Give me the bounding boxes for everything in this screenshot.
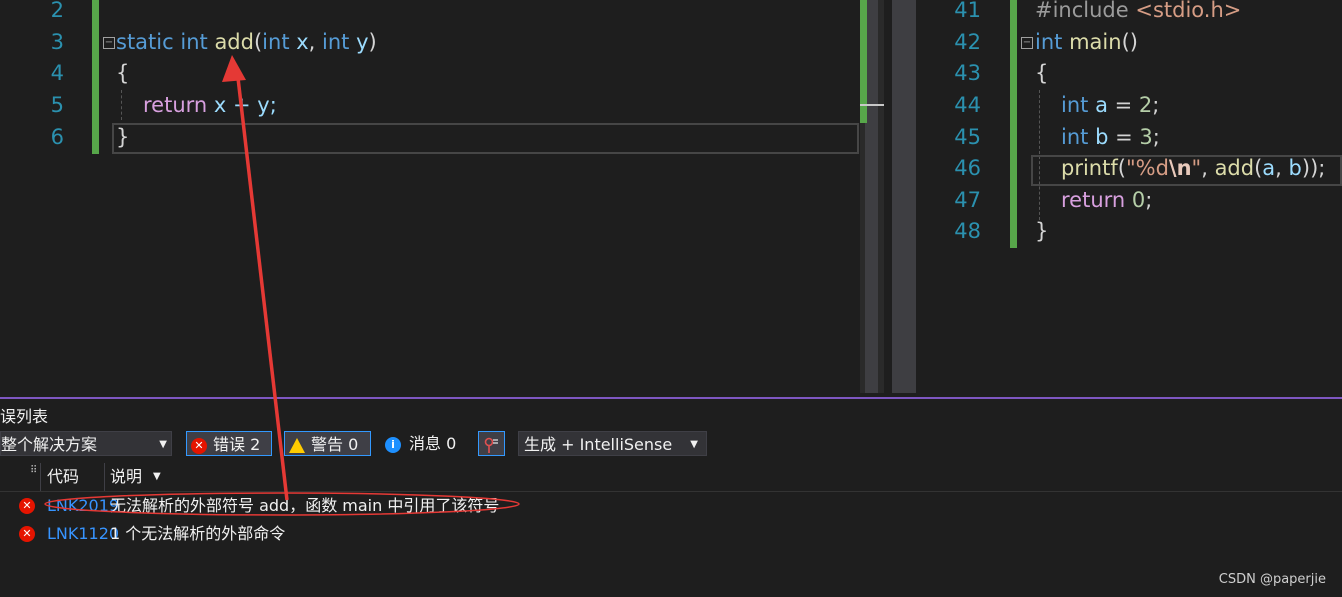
error-icon: ✕: [19, 498, 35, 514]
scope-dropdown[interactable]: 整个解决方案 ▼: [0, 431, 172, 456]
code-line-42[interactable]: int main(): [1035, 30, 1138, 54]
collapse-toggle-icon[interactable]: −: [1021, 37, 1033, 49]
left-editor-scrollbar[interactable]: [860, 0, 884, 393]
line-number: 5: [50, 93, 64, 117]
chevron-down-icon[interactable]: ▼: [153, 463, 161, 491]
warning-icon: [289, 438, 305, 453]
line-number: 43: [954, 61, 981, 85]
add-function-name: add: [214, 30, 254, 54]
messages-filter-button[interactable]: i 消息 0: [383, 431, 469, 456]
pane-splitter[interactable]: [884, 0, 892, 393]
line-number: 42: [954, 30, 981, 54]
messages-filter-label: 消息 0: [409, 434, 457, 453]
errors-filter-label: 错误 2: [213, 435, 261, 454]
error-list-panel: 误列表 整个解决方案 ▼ ✕ 错误 2 警告 0 i 消息 0 生成 + Intel…: [0, 397, 1342, 597]
code-line-3[interactable]: static int add(int x, int y): [116, 30, 377, 54]
error-code-link[interactable]: LNK2019: [47, 493, 119, 519]
code-line-41[interactable]: #include <stdio.h>: [1035, 0, 1241, 22]
line-number: 6: [50, 125, 64, 149]
chevron-down-icon: ▼: [690, 439, 698, 450]
column-header-description[interactable]: 说明: [110, 463, 142, 491]
code-line-48[interactable]: }: [1035, 219, 1048, 243]
indent-guide: [121, 90, 122, 120]
right-editor-pane[interactable]: 41 42 43 44 45 46 47 48 − #include <stdi…: [917, 0, 1342, 393]
code-line-45[interactable]: int b = 3;: [1061, 125, 1160, 149]
left-editor-pane[interactable]: 2 3 4 5 6 − static int add(int x, int y)…: [0, 0, 860, 393]
collapse-toggle-icon[interactable]: −: [103, 37, 115, 49]
line-number: 44: [954, 93, 981, 117]
line-number: 3: [50, 30, 64, 54]
build-source-dropdown[interactable]: 生成 + IntelliSense ▼: [518, 431, 707, 456]
change-indicator-bar: [92, 0, 99, 154]
warnings-filter-label: 警告 0: [311, 435, 359, 454]
errors-filter-button[interactable]: ✕ 错误 2: [186, 431, 272, 456]
error-list-title: 误列表: [0, 407, 49, 426]
code-line-46[interactable]: printf("%d\n", add(a, b));: [1061, 156, 1325, 180]
warnings-filter-button[interactable]: 警告 0: [284, 431, 371, 456]
scope-dropdown-label: 整个解决方案: [1, 435, 98, 454]
line-number: 4: [50, 61, 64, 85]
line-number: 41: [954, 0, 981, 22]
error-code-link[interactable]: LNK1120: [47, 521, 119, 547]
column-separator: [40, 463, 41, 491]
line-number: 46: [954, 156, 981, 180]
scrollbar-position-marker: [860, 104, 884, 106]
code-line-5[interactable]: return x + y;: [143, 93, 277, 117]
line-number: 45: [954, 125, 981, 149]
error-list-header: ⠿ 代码 说明 ▼: [0, 463, 1342, 492]
change-indicator-bar: [1010, 0, 1017, 248]
error-icon: ✕: [191, 437, 207, 454]
line-number: 47: [954, 188, 981, 212]
build-source-label: 生成 + IntelliSense: [524, 435, 673, 454]
line-number: 48: [954, 219, 981, 243]
info-icon: i: [385, 436, 401, 453]
error-row[interactable]: ✕ LNK1120 1 个无法解析的外部命令: [0, 521, 1342, 547]
column-separator: [104, 463, 105, 491]
filter-icon: [484, 437, 498, 453]
watermark: CSDN @paperjie: [1218, 572, 1326, 587]
error-row[interactable]: ✕ LNK2019 无法解析的外部符号 add，函数 main 中引用了该符号: [0, 493, 1342, 519]
current-line-highlight: [112, 123, 859, 154]
error-description: 1 个无法解析的外部命令: [110, 524, 286, 543]
line-number: 2: [50, 0, 64, 22]
right-editor-scrollbar[interactable]: [892, 0, 916, 393]
filter-button[interactable]: [478, 431, 505, 456]
code-line-6[interactable]: }: [116, 125, 129, 149]
code-line-44[interactable]: int a = 2;: [1061, 93, 1159, 117]
error-icon: ✕: [19, 526, 35, 542]
error-description: 无法解析的外部符号 add，函数 main 中引用了该符号: [110, 496, 500, 515]
code-line-47[interactable]: return 0;: [1061, 188, 1152, 212]
code-line-4[interactable]: {: [116, 61, 129, 85]
column-header-code[interactable]: 代码: [47, 463, 79, 491]
code-line-43[interactable]: {: [1035, 61, 1048, 85]
column-chooser-icon[interactable]: ⠿: [30, 457, 37, 485]
chevron-down-icon: ▼: [159, 439, 167, 450]
